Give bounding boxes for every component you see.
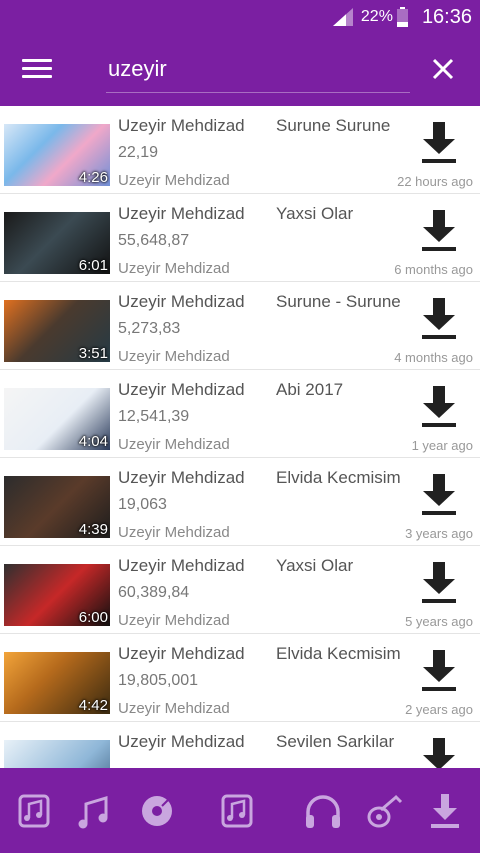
upload-age: 1 year ago <box>411 438 473 453</box>
channel-name: Uzeyir Mehdizad <box>118 524 230 541</box>
video-result-row[interactable]: 4:04 Uzeyir Mehdizad Abi 2017 12,541,39 Uzey… <box>0 370 480 458</box>
artist-name: Uzeyir Mehdizad <box>118 732 245 751</box>
video-thumbnail[interactable]: 4:26 <box>4 124 110 186</box>
video-thumbnail[interactable]: 4:42 <box>4 652 110 714</box>
menu-icon[interactable] <box>22 54 52 84</box>
video-result-row[interactable]: 6:01 Uzeyir Mehdizad Yaxsi Olar 55,648,87 Uz… <box>0 194 480 282</box>
video-duration: 4:04 <box>78 433 108 450</box>
video-thumbnail[interactable]: 6:01 <box>4 212 110 274</box>
video-thumbnail[interactable]: 3:51 <box>4 300 110 362</box>
video-result-row[interactable]: 6:00 Uzeyir Mehdizad Yaxsi Olar 60,389,84 Uz… <box>0 546 480 634</box>
guitar-icon[interactable] <box>365 790 407 832</box>
battery-percent: 22% <box>360 8 393 25</box>
artist-name: Uzeyir Mehdizad <box>118 644 245 663</box>
artist-name: Uzeyir Mehdizad <box>118 204 245 223</box>
song-title: Sevilen Sarkilar <box>276 732 395 751</box>
video-result-row[interactable]: 4:26 Uzeyir Mehdizad Surune Surune 22,19 Uze… <box>0 106 480 194</box>
signal-icon <box>332 8 353 26</box>
view-count: 19,063 <box>118 496 167 513</box>
upload-age: 5 years ago <box>405 614 473 629</box>
artist-name: Uzeyir Mehdizad <box>118 468 245 487</box>
view-count: 19,805,001 <box>118 672 199 689</box>
channel-name: Uzeyir Mehdizad <box>118 700 230 717</box>
downloads-icon[interactable] <box>424 790 466 832</box>
search-toolbar <box>0 34 480 106</box>
artist-name: Uzeyir Mehdizad <box>118 292 245 311</box>
video-result-row[interactable]: 4:42 Uzeyir Mehdizad Elvida Kecmisim 19,805… <box>0 634 480 722</box>
status-bar: 22% 16:36 <box>0 0 480 34</box>
view-count: 5,273,83 <box>118 320 181 337</box>
song-title: Yaxsi Olar <box>276 556 354 575</box>
video-thumbnail[interactable] <box>4 740 110 768</box>
download-icon[interactable] <box>420 560 458 606</box>
upload-age: 22 hours ago <box>397 174 473 189</box>
channel-name: Uzeyir Mehdizad <box>118 260 230 277</box>
channel-name: Uzeyir Mehdizad <box>118 612 230 629</box>
view-count: 22,19 <box>118 144 159 161</box>
artist-name: Uzeyir Mehdizad <box>118 116 245 135</box>
song-title: Elvida Kecmisim <box>276 644 401 663</box>
search-input[interactable] <box>106 46 410 93</box>
download-icon[interactable] <box>420 736 458 768</box>
channel-name: Uzeyir Mehdizad <box>118 436 230 453</box>
song-title: Abi 2017 <box>276 380 344 399</box>
close-icon[interactable] <box>428 54 458 84</box>
video-result-row[interactable]: 4:39 Uzeyir Mehdizad Elvida Kecmisim 19,063… <box>0 458 480 546</box>
video-duration: 4:39 <box>78 521 108 538</box>
channel-name: Uzeyir Mehdizad <box>118 348 230 365</box>
view-count: 55,648,87 <box>118 232 190 249</box>
download-icon[interactable] <box>420 384 458 430</box>
music-notes-icon[interactable] <box>74 790 116 832</box>
upload-age: 6 months ago <box>394 262 473 277</box>
channel-name: Uzeyir Mehdizad <box>118 172 230 189</box>
headphones-icon[interactable] <box>302 790 344 832</box>
artist-name: Uzeyir Mehdizad <box>118 556 245 575</box>
song-title: Yaxsi Olar <box>276 204 354 223</box>
clock: 16:36 <box>421 5 472 28</box>
download-icon[interactable] <box>420 120 458 166</box>
download-icon[interactable] <box>420 472 458 518</box>
battery-icon <box>396 7 408 27</box>
video-result-row[interactable]: 3:51 Uzeyir Mehdizad Surune - Surune 5,273,… <box>0 282 480 370</box>
song-title: Elvida Kecmisim <box>276 468 401 487</box>
video-duration: 4:42 <box>78 697 108 714</box>
download-icon[interactable] <box>420 296 458 342</box>
video-duration: 6:00 <box>78 609 108 626</box>
music-disc-icon[interactable] <box>136 790 178 832</box>
music-library-icon[interactable] <box>12 790 54 832</box>
results-list: 4:26 Uzeyir Mehdizad Surune Surune 22,19 Uze… <box>0 106 480 768</box>
video-duration: 6:01 <box>78 257 108 274</box>
video-duration: 3:51 <box>78 345 108 362</box>
artist-name: Uzeyir Mehdizad <box>118 380 245 399</box>
video-thumbnail[interactable]: 6:00 <box>4 564 110 626</box>
video-thumbnail[interactable]: 4:04 <box>4 388 110 450</box>
video-thumbnail[interactable]: 4:39 <box>4 476 110 538</box>
music-library-icon[interactable] <box>215 790 257 832</box>
song-title: Surune - Surune <box>276 292 401 311</box>
view-count: 60,389,84 <box>118 584 190 601</box>
upload-age: 2 years ago <box>405 702 473 717</box>
view-count: 12,541,39 <box>118 408 190 425</box>
download-icon[interactable] <box>420 648 458 694</box>
download-icon[interactable] <box>420 208 458 254</box>
video-duration: 4:26 <box>78 169 108 186</box>
video-result-row[interactable]: Uzeyir Mehdizad Sevilen Sarkilar <box>0 722 480 768</box>
bottom-navigation <box>0 768 480 853</box>
upload-age: 3 years ago <box>405 526 473 541</box>
upload-age: 4 months ago <box>394 350 473 365</box>
song-title: Surune Surune <box>276 116 391 135</box>
